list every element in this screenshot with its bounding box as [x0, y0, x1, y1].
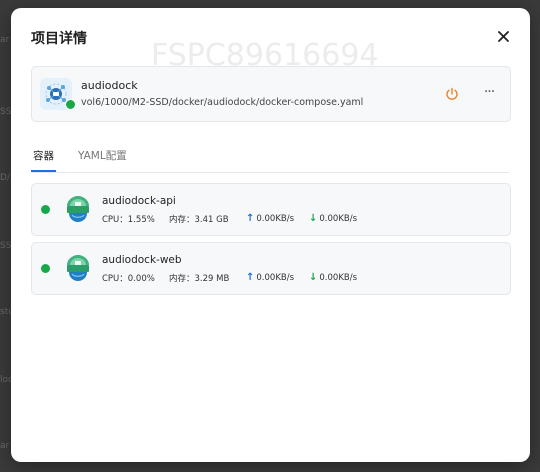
backdrop-text: SS [0, 107, 12, 117]
download-value: 0.00KB/s [319, 214, 358, 224]
memory-value: 3.29 MB [194, 274, 230, 284]
backdrop-text: ar [0, 35, 10, 45]
dialog-title: 项目详情 [31, 31, 87, 47]
container-row-api[interactable]: audiodock-api CPU：1.55% 内存：3.41 GB ↑ 0.00… [31, 183, 511, 236]
container-app-icon [64, 194, 92, 224]
memory-value: 3.41 GB [194, 215, 229, 225]
power-icon [446, 87, 458, 100]
arrow-up-icon: ↑ [246, 272, 255, 283]
container-app-icon [64, 253, 92, 283]
container-name: audiodock-api [102, 195, 176, 207]
upload-value: 0.00KB/s [256, 273, 295, 283]
container-row-web[interactable]: audiodock-web CPU：0.00% 内存：3.29 MB ↑ 0.00… [31, 242, 511, 295]
tab-containers[interactable]: 容器 [33, 148, 54, 163]
upload-value: 0.00KB/s [256, 214, 295, 224]
close-button[interactable] [494, 27, 512, 45]
memory-stat: 内存：3.29 MB [169, 272, 229, 284]
tab-bar: 容器 YAML配置 [31, 146, 509, 173]
backdrop-text: ar [0, 441, 10, 451]
backdrop-text: SS [0, 241, 12, 251]
download-stat: ↓ 0.00KB/s [309, 272, 357, 283]
project-detail-dialog: FSPC89616694 20260420 项目详情 [11, 8, 530, 462]
close-icon [497, 30, 509, 42]
memory-label: 内存： [169, 215, 195, 225]
arrow-down-icon: ↓ [309, 272, 318, 283]
download-value: 0.00KB/s [319, 273, 358, 283]
cpu-stat: CPU：0.00% [102, 272, 155, 284]
more-options-button[interactable]: ··· [481, 84, 497, 102]
more-icon: ··· [483, 84, 495, 100]
project-card: audiodock vol6/1000/M2-SSD/docker/audiod… [31, 66, 511, 122]
active-tab-indicator [31, 170, 56, 172]
cpu-label: CPU： [102, 274, 128, 284]
project-path: vol6/1000/M2-SSD/docker/audiodock/docker… [81, 97, 364, 108]
arrow-up-icon: ↑ [246, 213, 255, 224]
backdrop-text: D/ [0, 173, 10, 183]
upload-stat: ↑ 0.00KB/s [246, 272, 294, 283]
memory-stat: 内存：3.41 GB [169, 213, 229, 225]
cpu-value: 0.00% [127, 274, 155, 284]
container-name: audiodock-web [102, 254, 182, 266]
project-status-indicator [65, 99, 76, 110]
upload-stat: ↑ 0.00KB/s [246, 213, 294, 224]
container-status-indicator [41, 205, 50, 214]
cpu-value: 1.55% [127, 215, 155, 225]
container-status-indicator [41, 264, 50, 273]
download-stat: ↓ 0.00KB/s [309, 213, 357, 224]
project-name: audiodock [81, 79, 138, 92]
cpu-stat: CPU：1.55% [102, 213, 155, 225]
power-button[interactable] [444, 86, 460, 102]
cpu-label: CPU： [102, 215, 128, 225]
memory-label: 内存： [169, 274, 195, 284]
tab-yaml-config[interactable]: YAML配置 [78, 148, 127, 163]
arrow-down-icon: ↓ [309, 213, 318, 224]
